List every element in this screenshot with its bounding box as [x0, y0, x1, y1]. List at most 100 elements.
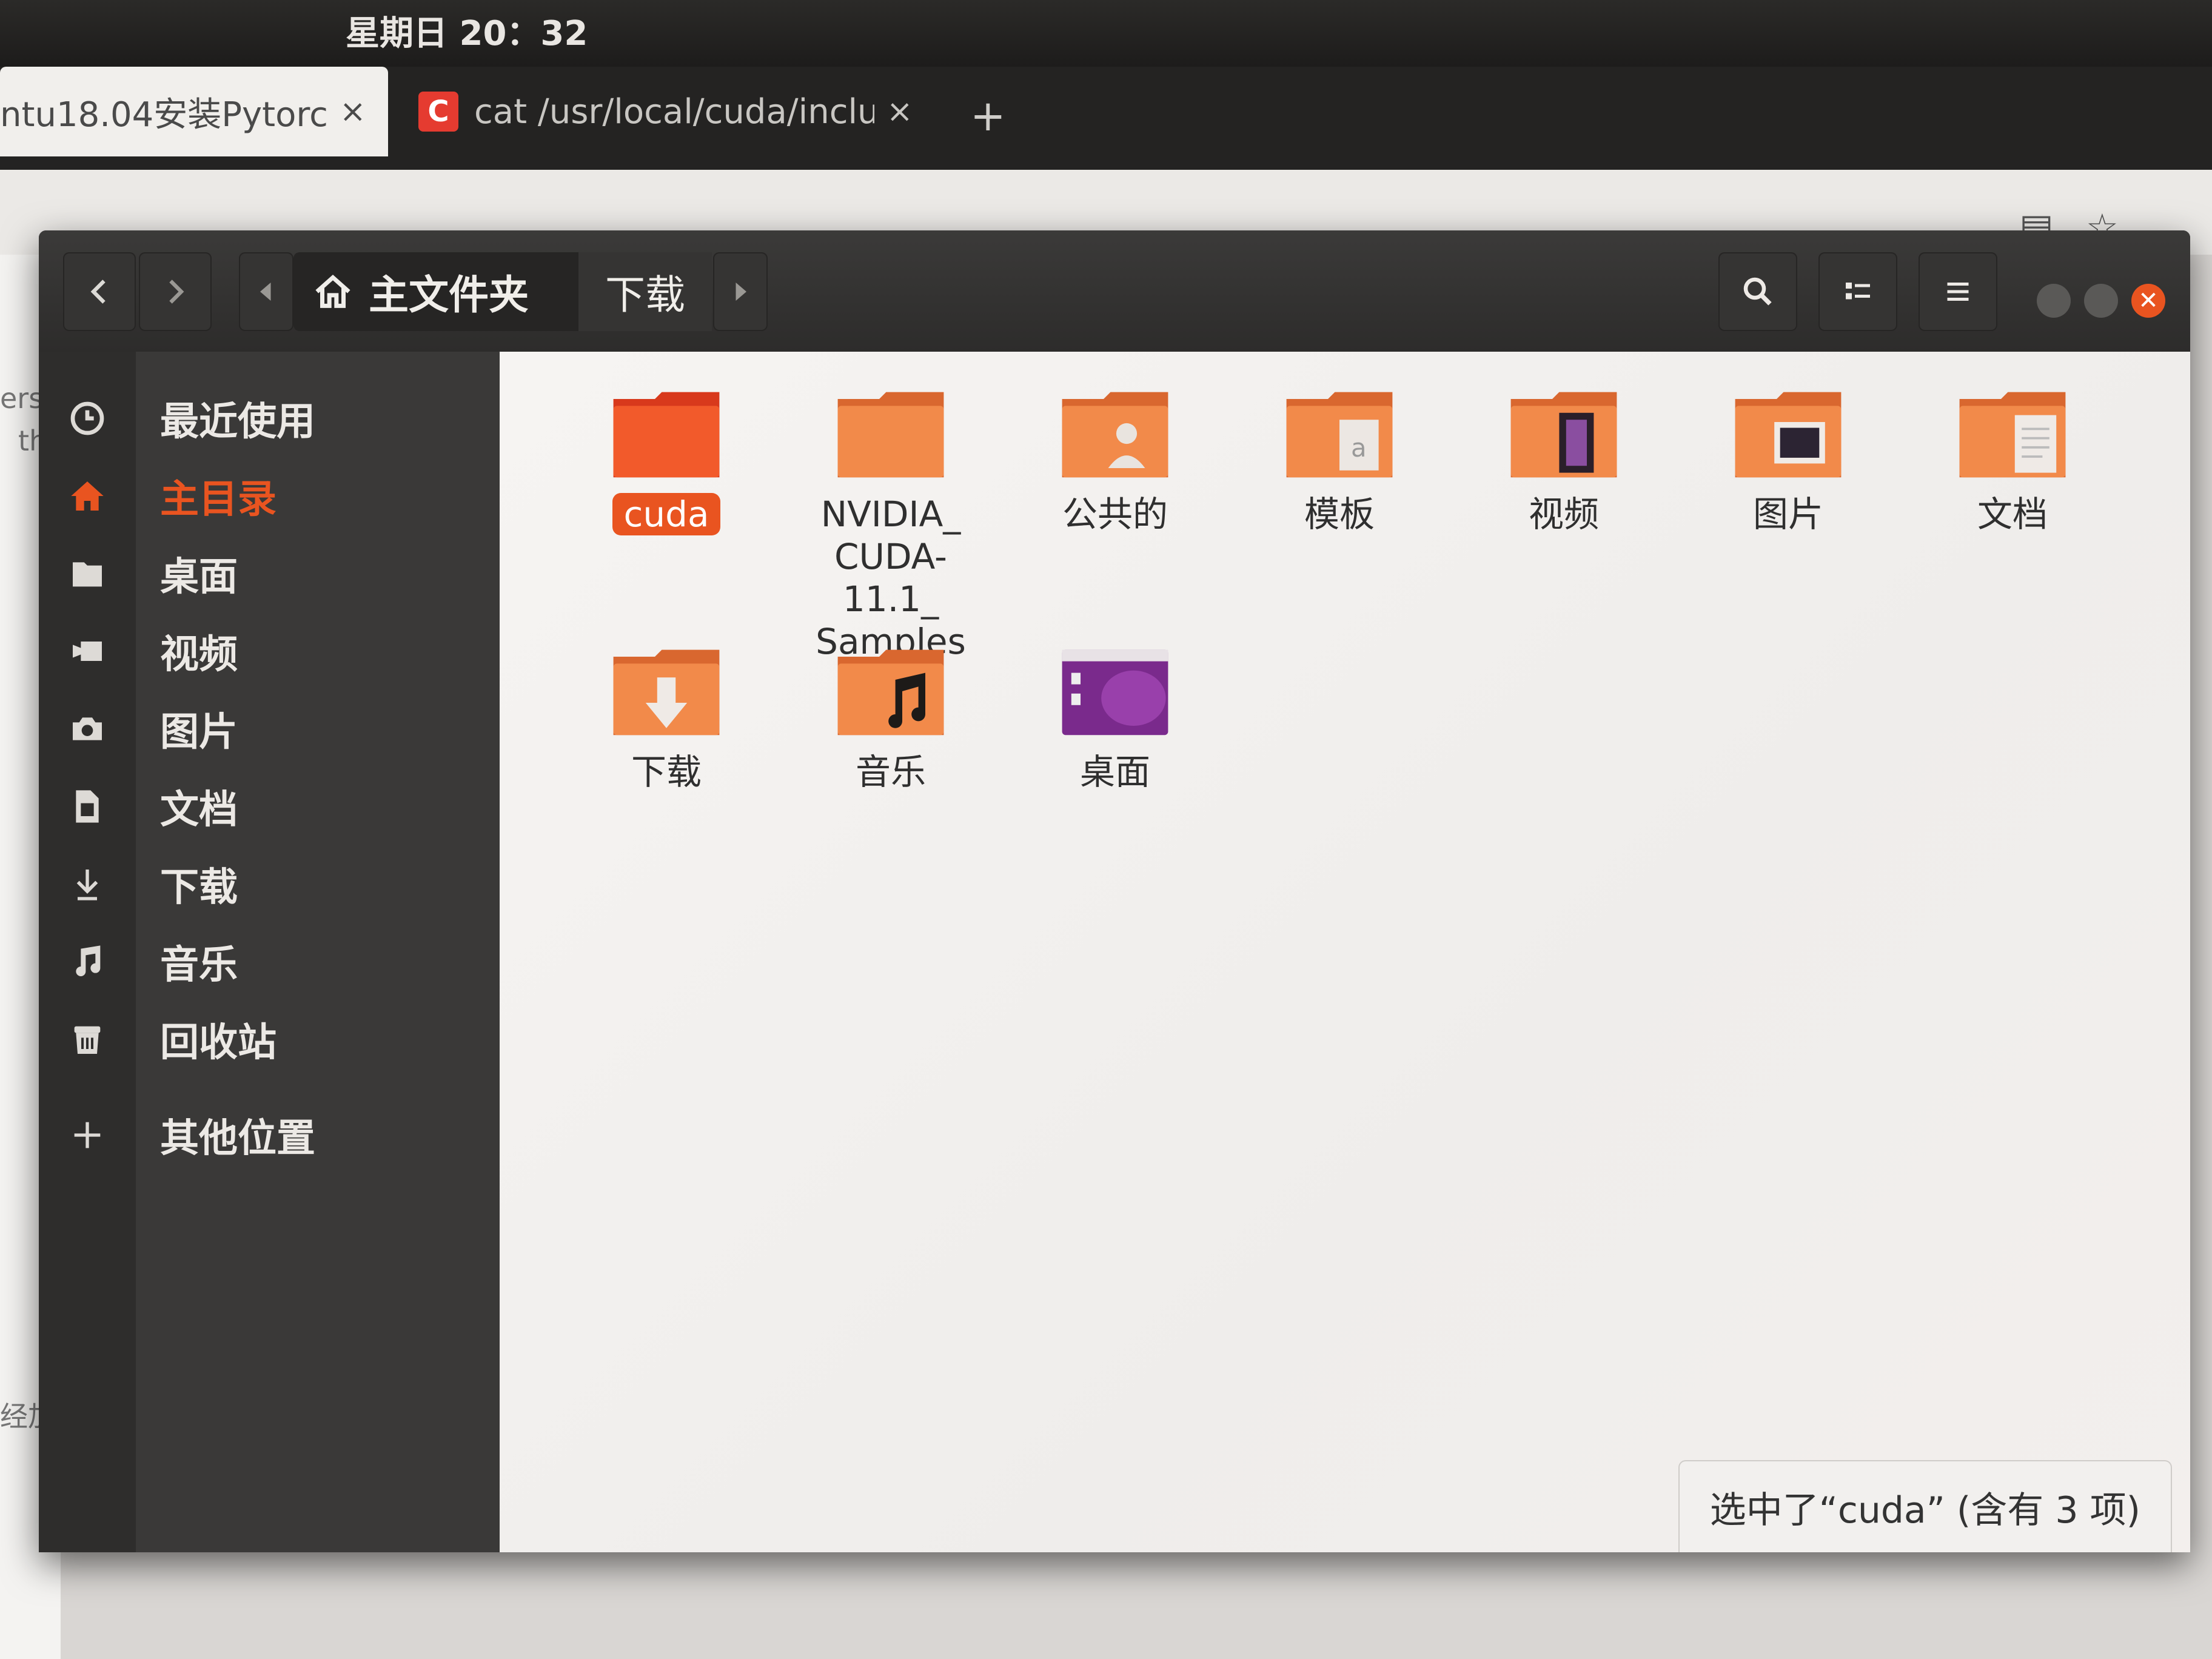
music-icon: [39, 942, 136, 981]
sidebar-item-label: 视频: [160, 632, 238, 677]
file-name: cuda: [612, 493, 720, 535]
folder-item-videos[interactable]: 视频: [1464, 385, 1664, 535]
back-button[interactable]: [63, 252, 136, 331]
trash-icon: [39, 1020, 136, 1059]
sidebar-item-videos[interactable]: 视频: [39, 615, 500, 688]
caret-right-icon: [736, 283, 746, 301]
sidebar-item-label: 音乐: [160, 943, 238, 988]
file-name: 桌面: [1079, 751, 1150, 793]
folder-item-downloads[interactable]: 下载: [566, 643, 766, 793]
file-manager-window: 主文件夹 下载 ✕ 最近使用 主目录 桌面 视频 图片 文档 下载 音乐 回收站…: [39, 230, 2190, 1552]
sidebar-item-recent[interactable]: 最近使用: [39, 382, 500, 455]
sidebar-item-downloads[interactable]: 下载: [39, 848, 500, 920]
chevron-left-icon: [90, 280, 106, 304]
file-name: 视频: [1528, 494, 1599, 535]
folder-item-pictures[interactable]: 图片: [1688, 385, 1888, 535]
folder-videos-icon: [1506, 385, 1621, 482]
folder-icon: [39, 554, 136, 593]
sidebar-item-label: 桌面: [160, 555, 238, 600]
menu-button[interactable]: [1919, 252, 1997, 331]
hamburger-menu-icon: [1947, 283, 1969, 301]
folder-downloads-icon: [609, 643, 724, 740]
sidebar-item-label: 回收站: [160, 1021, 276, 1065]
camera-icon: [39, 709, 136, 748]
tab-title: cat /usr/local/cuda/inclu: [474, 92, 874, 132]
search-button[interactable]: [1718, 252, 1797, 331]
sidebar-item-label: 下载: [160, 865, 238, 910]
search-icon: [1743, 277, 1772, 306]
page-text-fragment: ers: [0, 382, 44, 415]
chevron-right-icon: [169, 280, 184, 304]
clock[interactable]: 星期日 20：32: [346, 6, 588, 55]
folder-item-templates[interactable]: a 模板: [1239, 385, 1439, 535]
places-sidebar: 最近使用 主目录 桌面 视频 图片 文档 下载 音乐 回收站 其他位置: [39, 352, 500, 1552]
file-name: 模板: [1304, 494, 1375, 535]
header-bar: 主文件夹 下载 ✕: [39, 230, 2190, 352]
folder-item-music[interactable]: 音乐: [791, 643, 991, 793]
folder-item-documents[interactable]: 文档: [1912, 385, 2113, 535]
sidebar-item-label: 其他位置: [160, 1116, 315, 1161]
plus-icon: [39, 1116, 136, 1155]
top-panel: 星期日 20：32: [0, 0, 2212, 67]
file-name: 下载: [631, 751, 702, 793]
browser-tab[interactable]: C cat /usr/local/cuda/inclu ×: [400, 67, 922, 156]
sidebar-item-documents[interactable]: 文档: [39, 770, 500, 843]
file-name: 公共的: [1062, 494, 1168, 535]
view-toggle-button[interactable]: [1818, 252, 1897, 331]
close-icon: ✕: [2138, 287, 2159, 315]
list-view-icon: [1846, 283, 1870, 300]
caret-left-icon: [260, 283, 271, 301]
sidebar-item-label: 文档: [160, 788, 238, 833]
folder-item-desktop[interactable]: 桌面: [1015, 643, 1215, 793]
home-icon: [315, 274, 350, 308]
browser-tab-bar: ntu18.04安装Pytorch × C cat /usr/local/cud…: [0, 67, 2212, 170]
folder-documents-icon: [1955, 385, 2070, 482]
download-icon: [39, 865, 136, 903]
sidebar-item-trash[interactable]: 回收站: [39, 1003, 500, 1076]
sidebar-item-label: 最近使用: [160, 400, 315, 444]
path-scroll-left-button[interactable]: [239, 252, 293, 331]
folder-item-cuda[interactable]: cuda: [566, 385, 766, 535]
sidebar-item-music[interactable]: 音乐: [39, 925, 500, 998]
folder-item-nvidia-samples[interactable]: NVIDIA_ CUDA-11.1_ Samples: [791, 385, 991, 663]
folder-icon: [833, 385, 948, 482]
folder-templates-icon: a: [1282, 385, 1397, 482]
breadcrumb-home[interactable]: 主文件夹: [293, 252, 578, 331]
sidebar-item-label: 主目录: [160, 477, 276, 522]
breadcrumb-home-label: 主文件夹: [369, 272, 529, 318]
file-name: 音乐: [855, 751, 926, 793]
folder-pictures-icon: [1731, 385, 1846, 482]
browser-tab[interactable]: ntu18.04安装Pytorch ×: [0, 67, 388, 156]
sidebar-item-label: 图片: [160, 710, 238, 755]
home-icon: [39, 477, 136, 515]
maximize-button[interactable]: [2084, 284, 2118, 318]
close-icon[interactable]: ×: [886, 93, 913, 130]
file-name: 文档: [1977, 494, 2048, 535]
file-grid: cuda NVIDIA_ CUDA-11.1_ Samples 公共的 a 模板…: [500, 352, 2190, 1552]
file-name: NVIDIA_ CUDA-11.1_ Samples: [816, 494, 966, 662]
document-icon: [39, 787, 136, 826]
status-bar: 选中了“cuda” (含有 3 项): [1678, 1460, 2172, 1552]
clock-icon: [39, 399, 136, 438]
folder-desktop-icon: [1057, 643, 1173, 740]
path-scroll-right-button[interactable]: [713, 252, 768, 331]
svg-text:a: a: [1351, 433, 1367, 463]
folder-public-icon: [1057, 385, 1173, 482]
forward-button[interactable]: [139, 252, 212, 331]
csdn-favicon-icon: C: [418, 92, 458, 132]
tab-title: ntu18.04安装Pytorch: [0, 95, 327, 135]
video-icon: [39, 632, 136, 671]
sidebar-item-home[interactable]: 主目录: [39, 460, 500, 532]
sidebar-item-pictures[interactable]: 图片: [39, 692, 500, 765]
close-icon[interactable]: ×: [340, 93, 366, 130]
minimize-button[interactable]: [2037, 284, 2071, 318]
folder-icon: [609, 385, 724, 482]
sidebar-item-other-locations[interactable]: 其他位置: [39, 1099, 500, 1171]
close-window-button[interactable]: ✕: [2131, 284, 2165, 318]
new-tab-button[interactable]: +: [970, 91, 1006, 141]
sidebar-item-desktop[interactable]: 桌面: [39, 537, 500, 610]
folder-item-public[interactable]: 公共的: [1015, 385, 1215, 535]
breadcrumb-current-label: 下载: [605, 272, 685, 318]
breadcrumb-current[interactable]: 下载: [578, 252, 712, 331]
folder-music-icon: [833, 643, 948, 740]
